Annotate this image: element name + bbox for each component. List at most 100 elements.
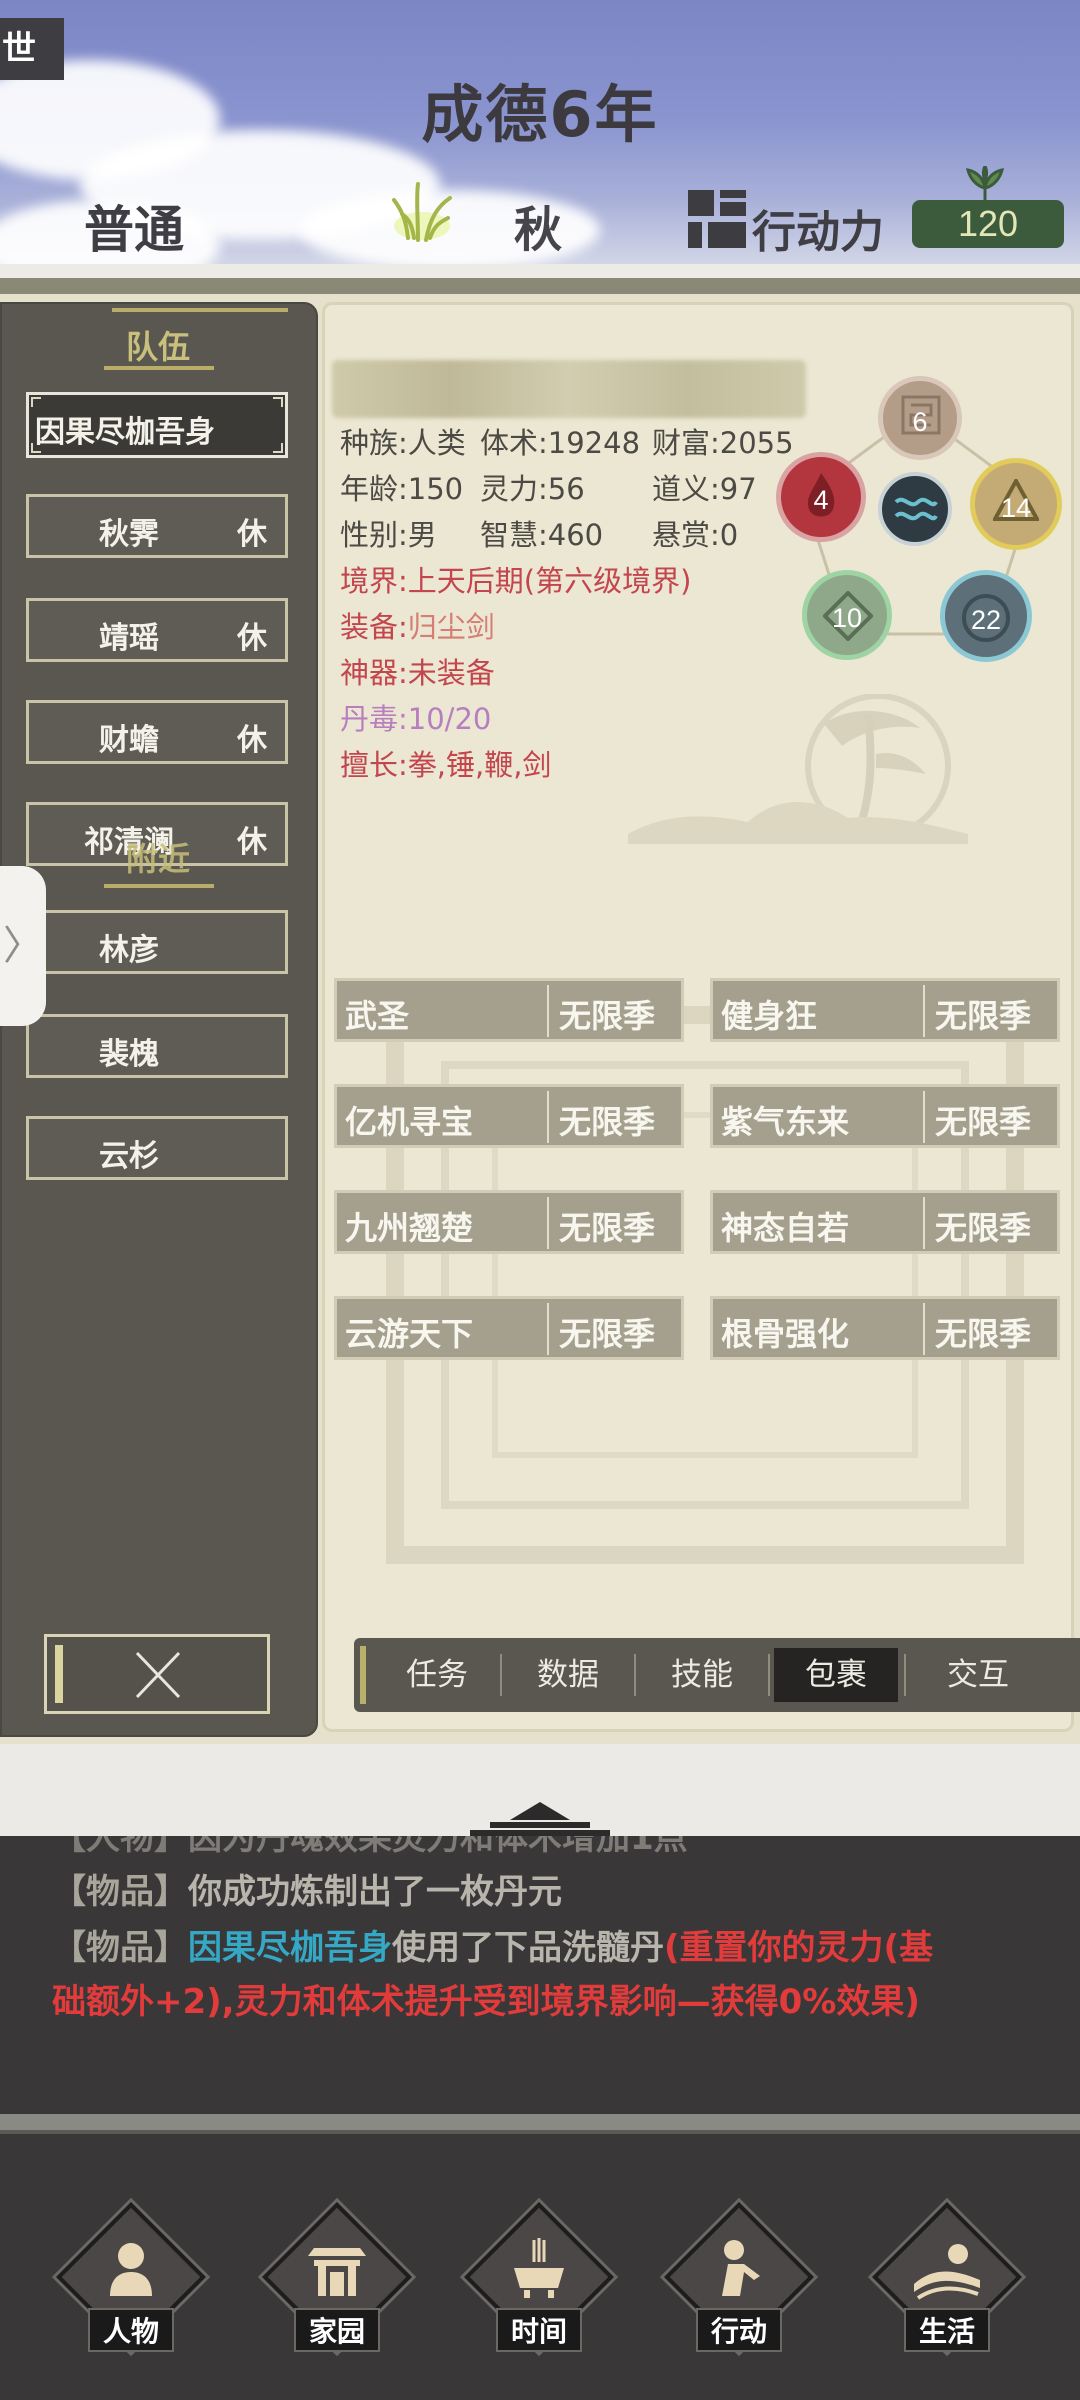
water-value: 22 xyxy=(970,605,1002,635)
talent-separator xyxy=(547,985,549,1037)
nearby-npc-slot[interactable]: 裴槐 xyxy=(26,1014,288,1078)
stat-pill-poison: 丹毒:10/20 xyxy=(340,702,492,736)
npc-name: 云杉 xyxy=(99,1139,159,1174)
nearby-npc-slot[interactable]: 云杉 xyxy=(26,1116,288,1180)
log-tag: 【物品】 xyxy=(52,1928,188,1968)
nearby-npc-slot[interactable]: 林彦 xyxy=(26,910,288,974)
leader-slot[interactable]: 因果尽枷吾身 xyxy=(26,392,288,458)
metal-element-badge[interactable]: 14 xyxy=(970,458,1062,550)
water-element-badge[interactable]: 22 xyxy=(940,570,1032,662)
nav-home[interactable]: 家园 xyxy=(262,2202,412,2362)
talent-duration: 无限季 xyxy=(559,997,656,1035)
tab-separator xyxy=(634,1654,636,1696)
fire-value: 4 xyxy=(813,485,829,515)
log-character-name[interactable]: 因果尽枷吾身 xyxy=(188,1928,392,1968)
leader-name: 因果尽枷吾身 xyxy=(35,415,215,450)
header-strip-shadow xyxy=(0,278,1080,294)
talent-duration: 无限季 xyxy=(935,997,1032,1035)
bottom-nav-border xyxy=(0,2130,1080,2134)
member-status: 休 xyxy=(237,621,267,656)
talent-card[interactable]: 武圣 无限季 xyxy=(334,978,684,1042)
nav-action[interactable]: 行动 xyxy=(664,2202,814,2362)
wood-element-badge[interactable]: 10 xyxy=(802,570,892,660)
member-status: 休 xyxy=(237,723,267,758)
nav-time[interactable]: 时间 xyxy=(464,2202,614,2362)
talent-card[interactable]: 云游天下 无限季 xyxy=(334,1296,684,1360)
member-name: 秋霁 xyxy=(99,517,159,552)
equipment-value[interactable]: 归尘剑 xyxy=(408,610,495,644)
talent-duration: 无限季 xyxy=(559,1103,656,1141)
talent-card[interactable]: 亿机寻宝 无限季 xyxy=(334,1084,684,1148)
wave-icon xyxy=(894,497,938,521)
log-text: 使用了下品洗髓丹 xyxy=(392,1928,664,1968)
close-button[interactable] xyxy=(44,1634,270,1714)
talent-name: 神态自若 xyxy=(721,1209,850,1247)
stat-gender: 性别:男 xyxy=(340,518,437,552)
nav-label: 行动 xyxy=(696,2308,782,2352)
expand-tab[interactable]: 〉 xyxy=(0,866,46,1026)
team-member-slot[interactable]: 秋霁 休 xyxy=(26,494,288,558)
talent-separator xyxy=(547,1091,549,1143)
tab-interact[interactable]: 交互 xyxy=(910,1648,1046,1702)
talent-duration: 无限季 xyxy=(935,1209,1032,1247)
season-label: 秋 xyxy=(514,202,563,258)
earth-element-badge[interactable]: 6 xyxy=(878,376,962,460)
tab-bar-accent xyxy=(360,1646,366,1704)
talent-duration: 无限季 xyxy=(935,1315,1032,1353)
metal-value: 14 xyxy=(1000,493,1032,523)
nav-life[interactable]: 生活 xyxy=(872,2202,1022,2362)
tab-inventory[interactable]: 包裹 xyxy=(774,1648,898,1702)
nav-character[interactable]: 人物 xyxy=(56,2202,206,2362)
log-text: 你成功炼制出了一枚丹元 xyxy=(188,1872,562,1912)
close-button-accent xyxy=(55,1645,63,1703)
landscape-icon xyxy=(914,2244,980,2300)
tab-data[interactable]: 数据 xyxy=(506,1648,630,1702)
stat-righteousness: 道义:97 xyxy=(652,472,757,506)
talent-card[interactable]: 根骨强化 无限季 xyxy=(710,1296,1060,1360)
stat-specialty: 擅长:拳,锤,鞭,剑 xyxy=(340,748,552,782)
talent-separator xyxy=(923,1303,925,1355)
member-status: 休 xyxy=(237,517,267,552)
water-core-emblem xyxy=(878,472,952,546)
npc-name: 林彦 xyxy=(99,933,159,968)
main-panel: 队伍 因果尽枷吾身 秋霁 休 靖瑶 休 财蟾 休 祁清澜 休 附近 林彦 裴槐 … xyxy=(0,294,1080,1744)
pine-moon-scenery xyxy=(628,694,968,844)
tab-skills[interactable]: 技能 xyxy=(640,1648,764,1702)
stat-bounty: 悬赏:0 xyxy=(652,518,739,552)
incense-burner-icon xyxy=(514,2238,564,2298)
nav-label: 时间 xyxy=(496,2308,582,2352)
talent-card[interactable]: 九州翘楚 无限季 xyxy=(334,1190,684,1254)
home-gate-icon xyxy=(308,2248,366,2296)
difficulty-label: 普通 xyxy=(84,201,184,259)
frame-corner xyxy=(31,443,41,453)
divider xyxy=(104,884,214,888)
log-divider xyxy=(0,1744,1080,1836)
nav-label: 人物 xyxy=(88,2308,174,2352)
team-member-slot[interactable]: 财蟾 休 xyxy=(26,700,288,764)
wood-value: 10 xyxy=(831,603,863,633)
pagoda-roof-icon[interactable] xyxy=(460,1796,620,1836)
message-log[interactable]: 【人物】因为丹魂效果灵力和体术增加1点 【物品】你成功炼制出了一枚丹元 【物品】… xyxy=(0,1836,1080,2114)
npc-name: 裴槐 xyxy=(99,1037,159,1072)
tab-separator xyxy=(904,1654,906,1696)
talent-card[interactable]: 神态自若 无限季 xyxy=(710,1190,1060,1254)
talent-card[interactable]: 健身狂 无限季 xyxy=(710,978,1060,1042)
talent-name: 云游天下 xyxy=(345,1315,474,1353)
talent-duration: 无限季 xyxy=(935,1103,1032,1141)
action-points-icon xyxy=(688,190,746,248)
talent-name: 健身狂 xyxy=(721,997,818,1035)
nearby-title: 附近 xyxy=(125,840,190,878)
log-entry-continued: 础额外+2),灵力和体术提升受到境界影响—获得0%效果) xyxy=(52,1982,920,2022)
talent-name: 根骨强化 xyxy=(721,1315,850,1353)
autumn-grass-icon xyxy=(392,182,452,242)
fire-element-badge[interactable]: 4 xyxy=(776,452,866,542)
sprout-icon xyxy=(965,166,1005,202)
five-elements-diagram: 6 4 14 10 22 xyxy=(768,372,1068,662)
team-member-slot[interactable]: 靖瑶 休 xyxy=(26,598,288,662)
tab-tasks[interactable]: 任务 xyxy=(378,1648,496,1702)
action-figure-icon xyxy=(722,2240,760,2296)
equipment-label: 装备: xyxy=(340,610,408,644)
member-name: 财蟾 xyxy=(99,723,159,758)
talent-duration: 无限季 xyxy=(559,1209,656,1247)
talent-card[interactable]: 紫气东来 无限季 xyxy=(710,1084,1060,1148)
